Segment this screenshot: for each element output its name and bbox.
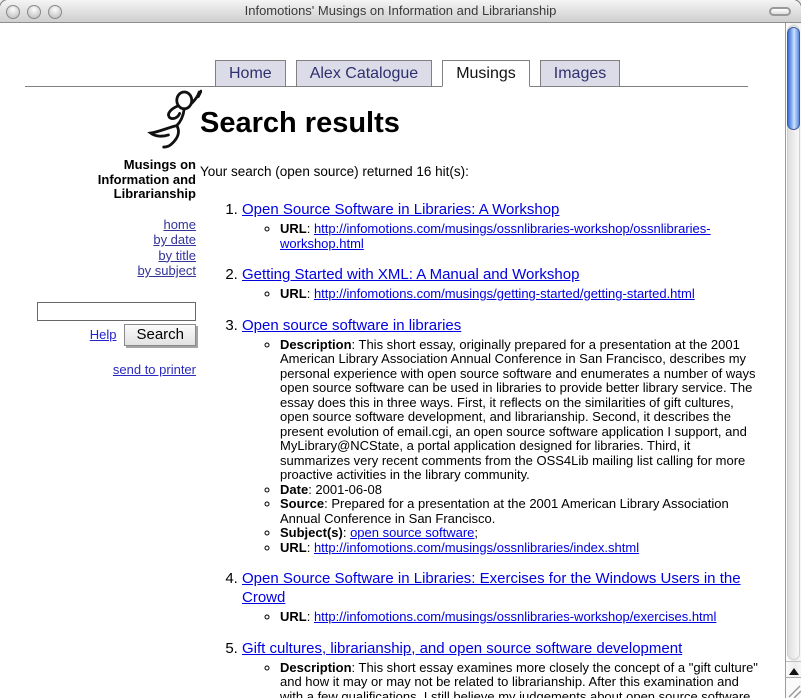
tab-musings[interactable]: Musings	[442, 60, 530, 87]
scrollbar-thumb[interactable]	[787, 27, 800, 130]
result-fields: URL: http://infomotions.com/musings/ossn…	[242, 610, 758, 625]
scroll-up-button[interactable]	[786, 661, 801, 677]
result-item: Open source software in libraries Descrip…	[242, 316, 758, 556]
tab-row: Home Alex Catalogue Musings Images	[0, 60, 785, 88]
main-content: Search results Your search (open source)…	[200, 86, 758, 698]
tab-bar: Home Alex Catalogue Musings Images	[215, 60, 620, 87]
result-field-url: URL: http://infomotions.com/musings/ossn…	[280, 541, 758, 556]
result-field-description: Description: This short essay examines m…	[280, 661, 758, 698]
vertical-scrollbar[interactable]	[785, 23, 801, 698]
result-item: Gift cultures, librarianship, and open s…	[242, 639, 758, 698]
result-field-subject-s: Subject(s): open source software;	[280, 526, 758, 541]
results-list: Open Source Software in Libraries: A Wor…	[200, 200, 758, 698]
sidebar-link-home[interactable]: home	[35, 217, 196, 233]
dancing-figure-logo-icon	[146, 89, 202, 154]
result-title-link[interactable]: Open source software in libraries	[242, 317, 461, 334]
tab-alex-catalogue[interactable]: Alex Catalogue	[296, 60, 433, 87]
window-title: Infomotions' Musings on Information and …	[0, 0, 801, 23]
result-title-link[interactable]: Getting Started with XML: A Manual and W…	[242, 266, 579, 283]
field-label: Source	[280, 496, 324, 511]
result-field-url: URL: http://infomotions.com/musings/ossn…	[280, 222, 758, 251]
up-arrow-icon	[789, 668, 799, 675]
field-label: URL	[280, 221, 307, 236]
field-label: Date	[280, 482, 308, 497]
window-resize-grip[interactable]	[786, 677, 801, 698]
sidebar-nav: homeby dateby titleby subject	[35, 217, 196, 279]
field-link[interactable]: http://infomotions.com/musings/getting-s…	[314, 286, 695, 301]
result-field-url: URL: http://infomotions.com/musings/ossn…	[280, 610, 758, 625]
result-fields: Description: This short essay, originall…	[242, 338, 758, 556]
field-link[interactable]: open source software	[350, 525, 474, 540]
sidebar-link-by-title[interactable]: by title	[35, 248, 196, 264]
field-link[interactable]: http://infomotions.com/musings/ossnlibra…	[280, 221, 711, 251]
toolbar-toggle-button[interactable]	[769, 7, 791, 16]
browser-window: Infomotions' Musings on Information and …	[0, 0, 801, 698]
field-link[interactable]: http://infomotions.com/musings/ossnlibra…	[314, 540, 639, 555]
field-label: Description	[280, 660, 352, 675]
page-title: Search results	[200, 107, 758, 139]
tab-home[interactable]: Home	[215, 60, 286, 87]
sidebar: Musings on Information and Librarianship…	[35, 89, 196, 377]
web-page: Home Alex Catalogue Musings Images Musings …	[0, 23, 785, 698]
sidebar-link-by-subject[interactable]: by subject	[35, 263, 196, 279]
search-form: Help Search	[35, 302, 196, 346]
help-link[interactable]: Help	[90, 327, 117, 342]
field-label: Subject(s)	[280, 525, 343, 540]
sidebar-link-by-date[interactable]: by date	[35, 232, 196, 248]
result-field-date: Date: 2001-06-08	[280, 483, 758, 498]
title-bar: Infomotions' Musings on Information and …	[0, 0, 801, 23]
result-title-link[interactable]: Gift cultures, librarianship, and open s…	[242, 640, 682, 657]
tab-images[interactable]: Images	[540, 60, 620, 87]
window-body: Home Alex Catalogue Musings Images Musings …	[0, 23, 801, 698]
field-label: Description	[280, 337, 352, 352]
result-item: Open Source Software in Libraries: A Wor…	[242, 200, 758, 251]
field-label: URL	[280, 286, 307, 301]
search-button[interactable]: Search	[124, 324, 196, 346]
result-field-source: Source: Prepared for a presentation at t…	[280, 497, 758, 526]
result-fields: URL: http://infomotions.com/musings/ossn…	[242, 222, 758, 251]
search-summary: Your search (open source) returned 16 hi…	[200, 164, 758, 179]
search-input[interactable]	[37, 302, 196, 321]
result-title-link[interactable]: Open Source Software in Libraries: Exerc…	[242, 570, 741, 606]
result-field-url: URL: http://infomotions.com/musings/gett…	[280, 287, 758, 302]
result-fields: URL: http://infomotions.com/musings/gett…	[242, 287, 758, 302]
site-title: Musings on Information and Librarianship	[74, 158, 196, 202]
field-label: URL	[280, 540, 307, 555]
result-field-description: Description: This short essay, originall…	[280, 338, 758, 483]
result-fields: Description: This short essay examines m…	[242, 661, 758, 698]
result-title-link[interactable]: Open Source Software in Libraries: A Wor…	[242, 201, 559, 218]
field-link[interactable]: http://infomotions.com/musings/ossnlibra…	[314, 609, 716, 624]
send-to-printer-link[interactable]: send to printer	[113, 362, 196, 377]
result-item: Open Source Software in Libraries: Exerc…	[242, 569, 758, 625]
field-label: URL	[280, 609, 307, 624]
result-item: Getting Started with XML: A Manual and W…	[242, 265, 758, 302]
